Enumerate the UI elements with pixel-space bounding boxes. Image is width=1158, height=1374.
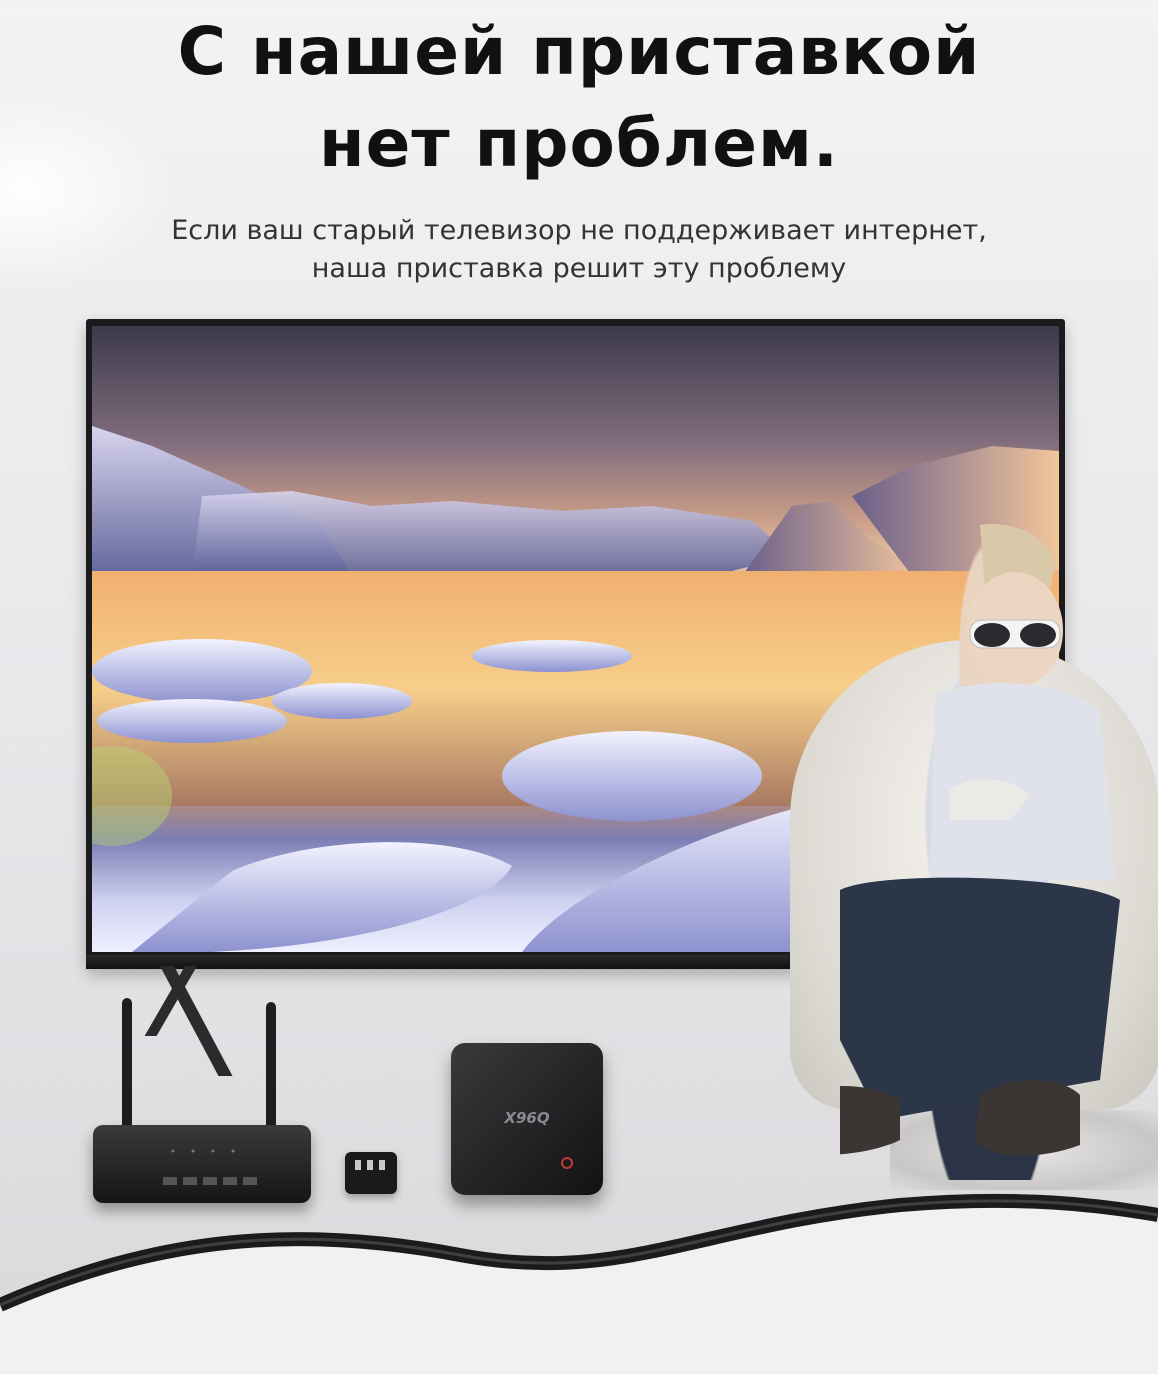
cable-decoration [0, 1193, 1158, 1374]
router-antenna-left [122, 998, 132, 1138]
ice-floe-3 [472, 640, 632, 672]
snow-shore-left [132, 842, 512, 952]
boy-with-sunglasses [760, 520, 1140, 1180]
title-line-2: нет проблем. [319, 105, 839, 182]
ice-floe-4 [502, 731, 762, 821]
title-line-1: С нашей приставкой [177, 13, 981, 90]
subtitle-line-2: наша приставка решит эту проблему [311, 253, 847, 284]
ice-floe-2 [272, 683, 412, 719]
mountain-center [192, 491, 792, 576]
page-title: С нашей приставкой нет проблем. [0, 6, 1158, 190]
boy-figure [760, 524, 1120, 1156]
tv-stand-leg-left [160, 966, 233, 1076]
ice-floe-5 [97, 699, 287, 743]
subtitle-line-1: Если ваш старый телевизор не поддерживае… [171, 215, 987, 246]
router-antenna-right [266, 1002, 276, 1134]
page-subtitle: Если ваш старый телевизор не поддерживае… [0, 212, 1158, 288]
